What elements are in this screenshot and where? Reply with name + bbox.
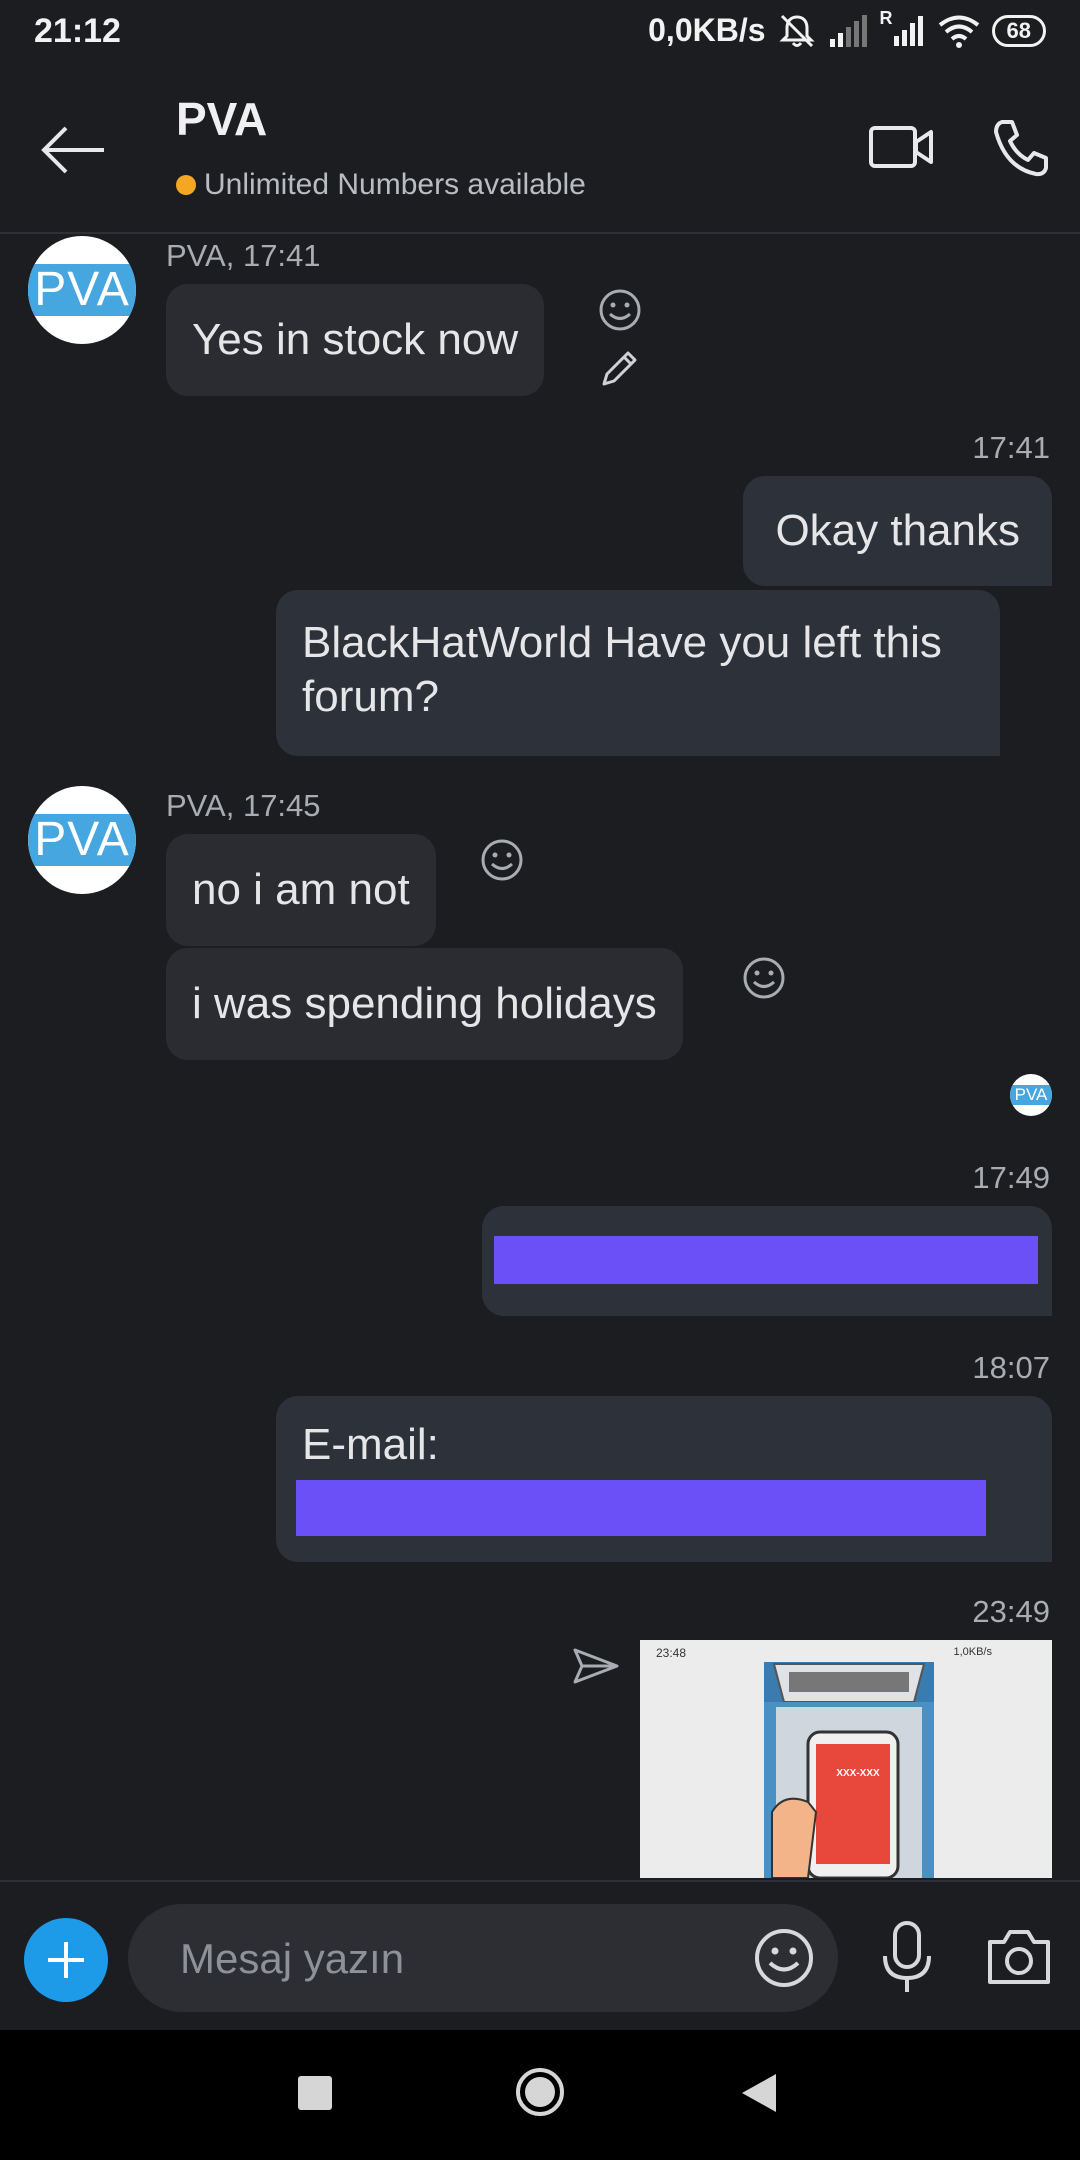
home-icon[interactable] — [514, 2066, 566, 2118]
smiley-icon[interactable] — [754, 1928, 814, 1988]
contact-status: Unlimited Numbers available — [176, 168, 586, 202]
smiley-icon[interactable] — [742, 956, 786, 1000]
phone-icon[interactable] — [992, 118, 1048, 178]
incoming-message[interactable]: no i am not — [166, 834, 436, 946]
message-sender: PVA, 17:41 — [166, 238, 321, 273]
status-indicators: 0,0KB/s R 68 — [648, 8, 1046, 49]
navigation-bar — [0, 2030, 1080, 2160]
stop-icon[interactable] — [298, 2076, 332, 2110]
status-bar: 21:12 0,0KB/s R 68 — [0, 0, 1080, 70]
avatar-label: PVA — [28, 264, 136, 316]
smiley-icon[interactable] — [480, 838, 524, 882]
status-time: 21:12 — [34, 12, 121, 50]
thumbnail-time: 23:48 — [656, 1646, 687, 1660]
back-triangle-icon[interactable] — [742, 2074, 776, 2112]
microphone-icon[interactable] — [880, 1920, 934, 1996]
pencil-icon[interactable] — [598, 346, 642, 390]
contact-name[interactable]: PVA — [176, 92, 267, 146]
message-time: 17:41 — [972, 430, 1050, 465]
thumbnail-status: 1,0KB/s — [953, 1646, 992, 1658]
message-input[interactable] — [178, 1904, 742, 2014]
video-camera-icon[interactable] — [868, 122, 934, 172]
plus-icon — [48, 1942, 84, 1978]
incoming-message[interactable]: Yes in stock now — [166, 284, 545, 396]
outgoing-message[interactable] — [482, 1206, 1052, 1316]
signal-icon — [829, 14, 867, 47]
redacted-content — [296, 1480, 986, 1536]
add-button[interactable] — [24, 1918, 108, 2002]
message-sender: PVA, 17:45 — [166, 788, 321, 823]
thumbnail-code: XXX-XXX — [836, 1768, 880, 1779]
status-dot — [176, 175, 196, 195]
read-receipt-avatar: PVA — [1010, 1074, 1052, 1116]
message-time: 17:49 — [972, 1160, 1050, 1195]
outgoing-message[interactable]: Okay thanks — [743, 476, 1052, 586]
chat-header: PVA Unlimited Numbers available — [0, 70, 1080, 234]
battery-icon: 68 — [991, 14, 1046, 47]
back-arrow-icon[interactable] — [38, 120, 108, 180]
send-icon[interactable] — [572, 1646, 620, 1686]
image-attachment[interactable]: 23:48 1,0KB/s XXX-XXX — [640, 1640, 1052, 1878]
network-speed: 0,0KB/s — [648, 12, 766, 48]
redacted-content — [494, 1236, 1038, 1284]
mute-icon — [778, 14, 815, 47]
message-input-container — [128, 1904, 838, 2014]
avatar[interactable]: PVA — [28, 236, 136, 344]
camera-icon[interactable] — [986, 1926, 1052, 1986]
avatar-label: PVA — [28, 814, 136, 866]
message-time: 23:49 — [972, 1594, 1050, 1629]
avatar[interactable]: PVA — [28, 786, 136, 894]
message-text: E-mail: — [302, 1420, 439, 1469]
message-composer — [0, 1880, 1080, 2032]
wifi-icon — [938, 15, 979, 48]
contact-status-text: Unlimited Numbers available — [204, 168, 586, 201]
roaming-signal-icon: R — [880, 8, 926, 48]
smiley-icon[interactable] — [598, 288, 642, 332]
message-time: 18:07 — [972, 1350, 1050, 1385]
outgoing-message[interactable]: BlackHatWorld Have you left this forum? — [276, 590, 1000, 756]
incoming-message[interactable]: i was spending holidays — [166, 948, 683, 1060]
outgoing-message[interactable]: E-mail: — [276, 1396, 1052, 1562]
